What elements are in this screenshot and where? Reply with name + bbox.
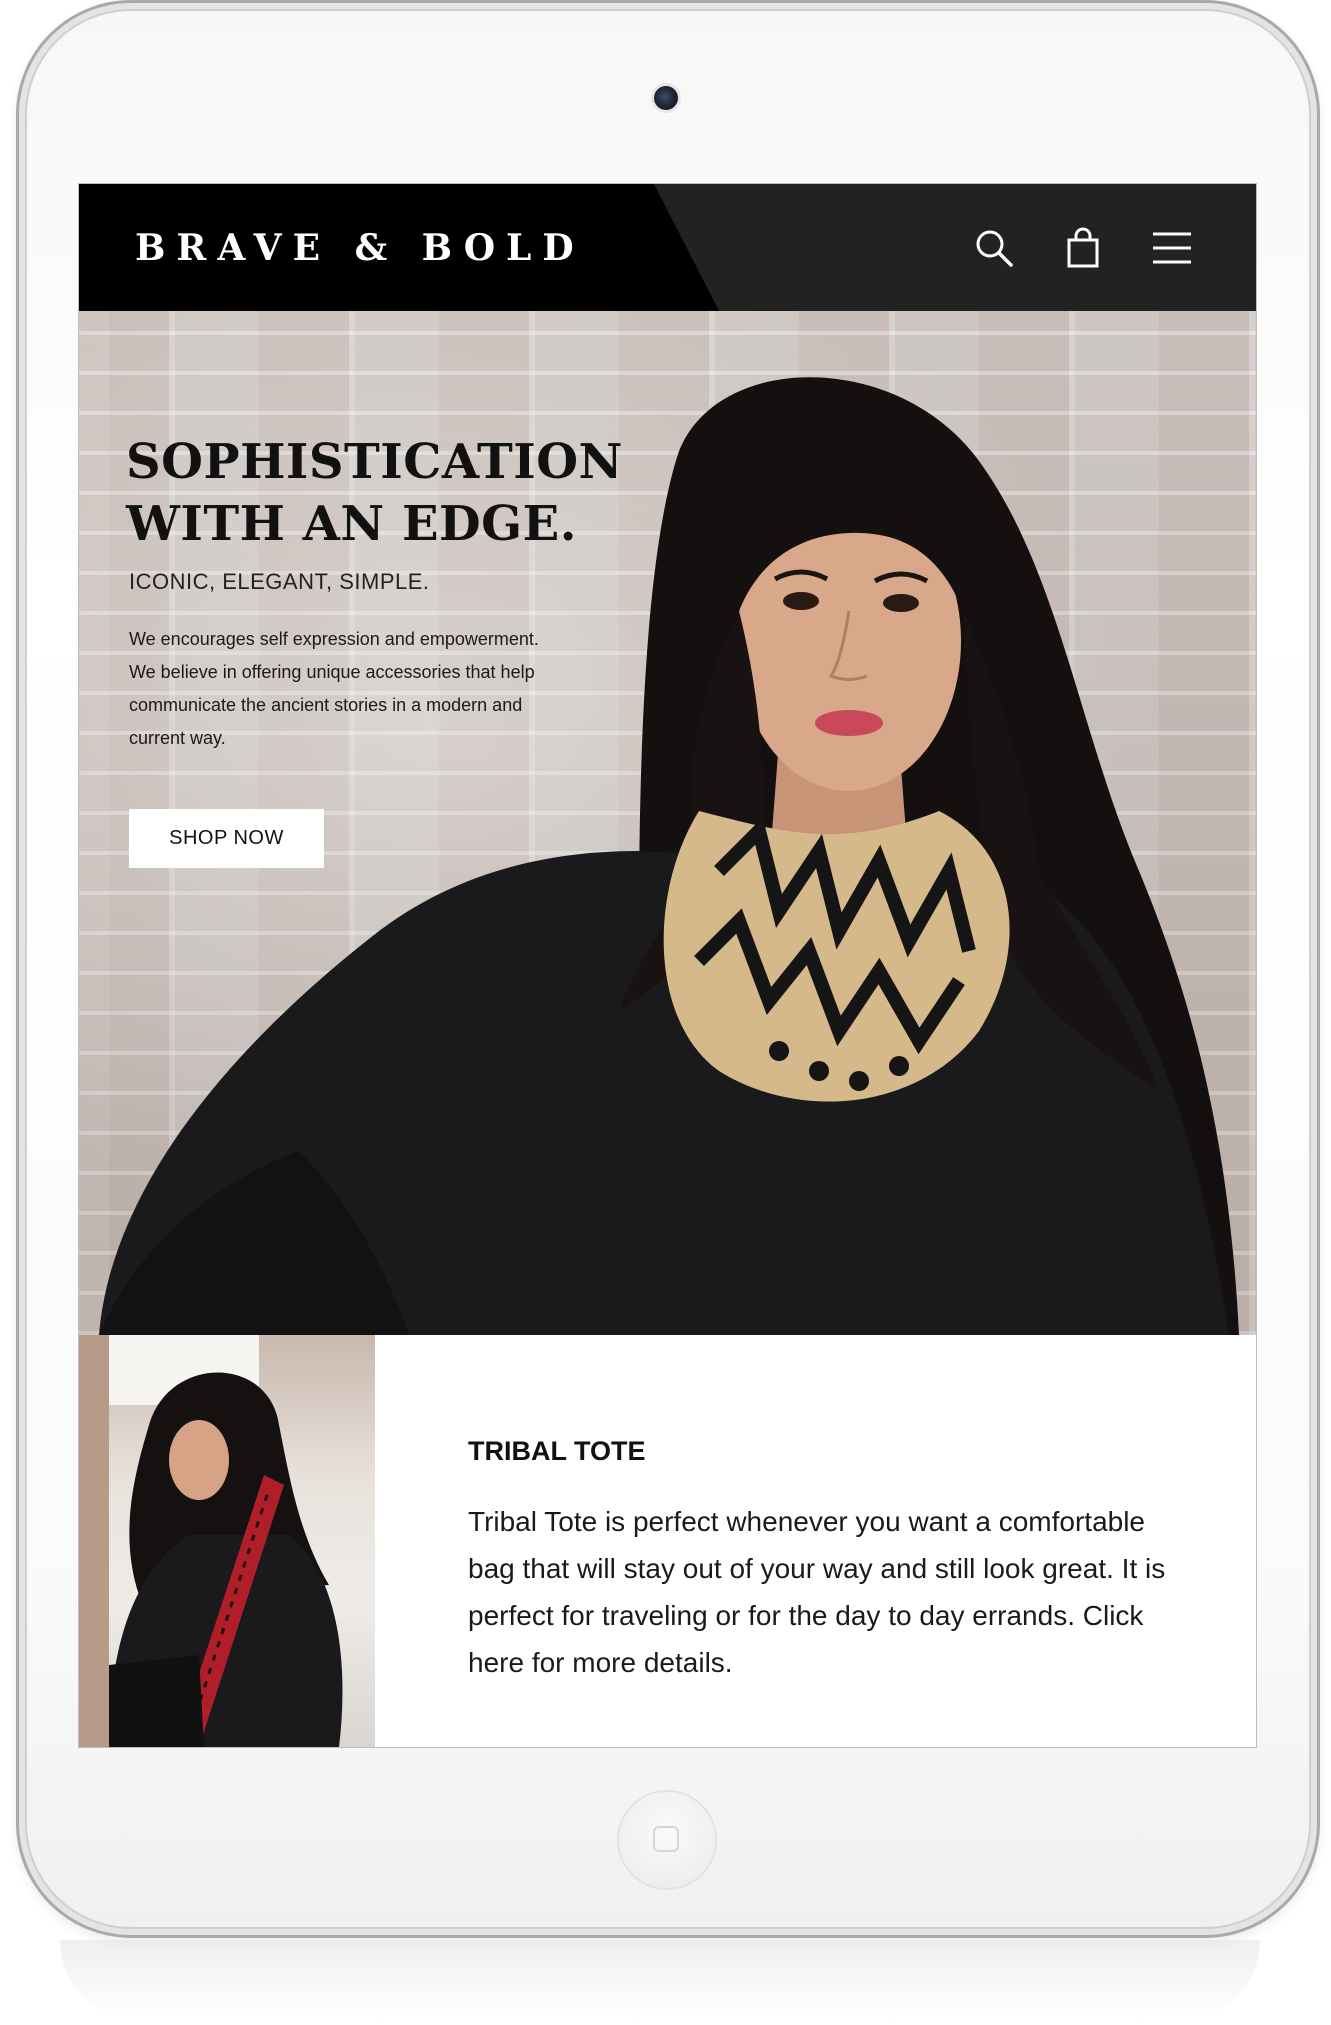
- camera-icon: [654, 86, 678, 110]
- feature-title: TRIBAL TOTE: [468, 1436, 646, 1466]
- search-icon[interactable]: [972, 226, 1016, 270]
- hero-description: We encourages self expression and empowe…: [129, 629, 539, 748]
- site-header: BRAVE & BOLD: [79, 184, 1256, 311]
- brand-logo[interactable]: BRAVE & BOLD: [135, 224, 585, 272]
- shop-now-button[interactable]: SHOP NOW: [129, 809, 324, 868]
- feature-description[interactable]: Tribal Tote is perfect whenever you want…: [468, 1498, 1188, 1686]
- shopping-bag-icon[interactable]: [1061, 226, 1105, 270]
- home-button-square-icon: [653, 1826, 679, 1852]
- hero-banner: SOPHISTICATION WITH AN EDGE. ICONIC, ELE…: [79, 311, 1256, 1335]
- hero-title-line-2: WITH AN EDGE.: [126, 496, 577, 552]
- hero-title-line-1: SOPHISTICATION: [126, 434, 623, 490]
- hamburger-menu-icon[interactable]: [1149, 226, 1193, 270]
- hero-subtitle: ICONIC, ELEGANT, SIMPLE.: [129, 569, 430, 594]
- tablet-reflection: [60, 1940, 1260, 2020]
- product-feature: TRIBAL TOTE Tribal Tote is perfect whene…: [79, 1335, 1256, 1747]
- hero-title: SOPHISTICATION WITH AN EDGE.: [126, 431, 646, 555]
- home-button[interactable]: [619, 1792, 715, 1888]
- tribal-tote-image[interactable]: [79, 1335, 375, 1747]
- tablet-screen: BRAVE & BOLD SOPHISTICATION WITH AN EDGE…: [78, 183, 1257, 1748]
